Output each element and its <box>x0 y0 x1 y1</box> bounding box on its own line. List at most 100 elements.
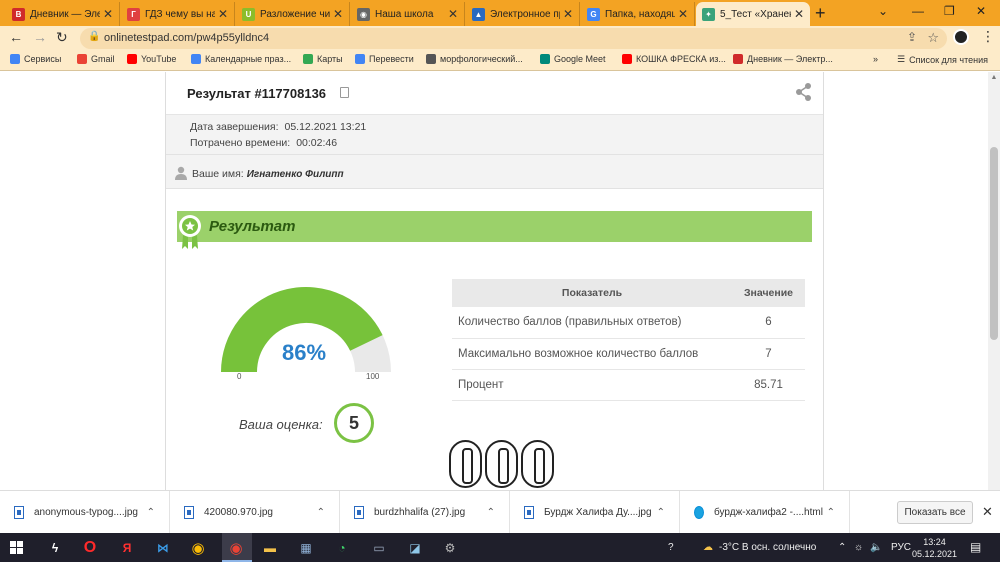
lock-icon[interactable]: 🔒 <box>88 31 100 42</box>
windows-taskbar: ϟ O Я ⋈ ◉ ◉ ▬ ▦ ◔ ▭ ◪ ⚙ ? ☁ -3°C В осн. … <box>0 533 1000 562</box>
page-scrollbar[interactable]: ▲ <box>988 72 1000 490</box>
tab-close-icon[interactable]: ✕ <box>794 7 804 21</box>
downloads-bar: anonymous-typog....jpg ⌃ 420080.970.jpg ⌃ bu… <box>0 490 1000 534</box>
tab-close-icon[interactable]: ✕ <box>218 7 228 21</box>
download-menu-chevron-icon[interactable]: ⌃ <box>147 507 155 518</box>
browser-menu-icon[interactable]: ⋮ <box>981 28 995 45</box>
browser-tab[interactable]: ◉ Наша школа ✕ <box>351 2 465 26</box>
bookmark-label: Google Meet <box>554 54 606 64</box>
browser-tab[interactable]: U Разложение чис ✕ <box>236 2 350 26</box>
scroll-thumb[interactable] <box>990 147 998 340</box>
decorative-zero-glyphs <box>449 440 554 488</box>
time-spent-label: Потрачено времени: <box>190 137 291 149</box>
bookmark-item[interactable]: Дневник — Электр... <box>733 54 833 64</box>
tab-title: Электронное пр <box>490 8 560 20</box>
whatsapp-icon[interactable]: ◔ <box>332 538 352 558</box>
system-clock[interactable]: 13:24 05.12.2021 <box>912 536 957 560</box>
download-item[interactable]: anonymous-typog....jpg ⌃ <box>0 491 170 534</box>
tab-close-icon[interactable]: ✕ <box>563 7 573 21</box>
tab-close-icon[interactable]: ✕ <box>448 7 458 21</box>
table-cell-value: 85.71 <box>732 369 805 401</box>
address-bar[interactable]: 🔒 onlinetestpad.com/pw4p55ylldnc4 ⇪ ☆ <box>80 28 947 49</box>
name-label: Ваше имя: <box>192 168 244 180</box>
download-filename: Бурдж Халифа Ду....jpg <box>544 507 652 518</box>
tool-app-icon[interactable]: ⚙ <box>440 538 460 558</box>
profile-avatar[interactable] <box>953 29 969 45</box>
bookmarks-bar: Сервисы Gmail YouTube Календарные праз... Ка… <box>0 51 1000 71</box>
back-icon[interactable]: ← <box>9 29 23 45</box>
yandex-icon[interactable]: Я <box>117 538 137 558</box>
tab-favicon-icon: ▲ <box>472 7 485 21</box>
tab-close-icon[interactable]: ✕ <box>678 7 688 21</box>
share-icon[interactable] <box>795 82 813 102</box>
download-item[interactable]: 420080.970.jpg ⌃ <box>170 491 340 534</box>
weather-text[interactable]: -3°C В осн. солнечно <box>719 542 816 553</box>
tab-favicon-icon: ✦ <box>702 7 715 21</box>
download-item[interactable]: Бурдж Халифа Ду....jpg ⌃ <box>510 491 680 534</box>
url-text[interactable]: onlinetestpad.com/pw4p55ylldnc4 <box>104 32 269 44</box>
browser-tab[interactable]: G Папка, находящ ✕ <box>581 2 695 26</box>
notification-icon[interactable]: ▤ <box>970 540 981 554</box>
browser-tab[interactable]: ▲ Электронное пр ✕ <box>466 2 580 26</box>
browser-tab[interactable]: Г ГДЗ чему вы нау ✕ <box>121 2 235 26</box>
share-page-icon[interactable]: ⇪ <box>907 30 917 44</box>
chrome-active-icon[interactable]: ◉ <box>226 538 246 558</box>
chrome-icon[interactable]: ◉ <box>188 538 208 558</box>
reading-list-button[interactable]: ☰ Список для чтения <box>897 54 988 65</box>
maximize-icon[interactable]: ❐ <box>944 4 955 18</box>
bookmark-item[interactable]: Карты <box>303 54 343 64</box>
bookmark-item[interactable]: КОШКА ФРЕСКА из... <box>622 54 726 64</box>
tab-close-icon[interactable]: ✕ <box>103 7 113 21</box>
windows-start-icon[interactable] <box>10 541 23 554</box>
reload-icon[interactable]: ↻ <box>56 29 68 46</box>
notes-app-icon[interactable]: ◪ <box>405 538 425 558</box>
bookmark-item[interactable]: Сервисы <box>10 54 61 64</box>
name-value: Игнатенко Филипп <box>246 169 344 180</box>
browser-tab[interactable]: ✦ 5_Тест «Хранени✕ <box>696 2 810 26</box>
bookmark-item[interactable]: Google Meet <box>540 54 606 64</box>
window-app-icon[interactable]: ▭ <box>369 538 389 558</box>
tab-favicon-icon: В <box>12 7 25 21</box>
browser-tab[interactable]: В Дневник — Элек ✕ <box>6 2 120 26</box>
bookmark-item[interactable]: морфологический... <box>426 54 523 64</box>
tab-close-icon[interactable]: ✕ <box>333 7 343 21</box>
bookmark-item[interactable]: Gmail <box>77 54 115 64</box>
gauge-min-label: 0 <box>237 372 242 381</box>
download-menu-chevron-icon[interactable]: ⌃ <box>317 507 325 518</box>
close-window-icon[interactable]: ✕ <box>976 4 986 18</box>
bookmark-item[interactable]: Перевести <box>355 54 414 64</box>
tray-chevron-icon[interactable]: ⌃ <box>838 542 846 553</box>
download-menu-chevron-icon[interactable]: ⌃ <box>827 507 835 518</box>
bookmarks-more-icon[interactable]: » <box>873 54 878 64</box>
help-icon[interactable]: ? <box>668 542 674 553</box>
file-explorer-icon[interactable]: ▬ <box>260 538 280 558</box>
lightning-app-icon[interactable]: ϟ <box>45 538 65 558</box>
weather-icon[interactable]: ☁ <box>703 542 713 553</box>
close-downloads-icon[interactable]: ✕ <box>982 504 993 520</box>
bookmark-item[interactable]: Календарные праз... <box>191 54 291 64</box>
vscode-icon[interactable]: ⋈ <box>153 538 173 558</box>
minimize-icon[interactable]: — <box>912 4 924 18</box>
bookmark-label: YouTube <box>141 54 177 64</box>
table-row: Процент 85.71 <box>452 369 805 401</box>
download-menu-chevron-icon[interactable]: ⌃ <box>657 507 665 518</box>
scroll-up-icon[interactable]: ▲ <box>988 72 1000 84</box>
zero-glyph <box>485 440 518 488</box>
download-menu-chevron-icon[interactable]: ⌃ <box>487 507 495 518</box>
clock-date: 05.12.2021 <box>912 549 958 559</box>
tab-favicon-icon: G <box>587 7 600 21</box>
language-indicator[interactable]: РУС <box>891 542 911 553</box>
calculator-icon[interactable]: ▦ <box>296 538 316 558</box>
bookmark-star-icon[interactable]: ☆ <box>927 30 939 46</box>
opera-icon[interactable]: O <box>80 538 100 558</box>
download-filename: burdzhhalifa (27).jpg <box>374 507 466 518</box>
new-tab-button[interactable]: + <box>815 3 826 24</box>
bookmark-item[interactable]: YouTube <box>127 54 176 64</box>
network-icon[interactable]: ☼ <box>854 542 863 553</box>
volume-icon[interactable]: 🔈 <box>870 542 882 553</box>
download-item[interactable]: burdzhhalifa (27).jpg ⌃ <box>340 491 510 534</box>
copy-icon[interactable] <box>340 84 353 98</box>
download-item[interactable]: бурдж-халифа2 -....html ⌃ <box>680 491 850 534</box>
tab-search-icon[interactable]: ⌄ <box>878 4 888 18</box>
show-all-downloads-button[interactable]: Показать все <box>897 501 973 524</box>
